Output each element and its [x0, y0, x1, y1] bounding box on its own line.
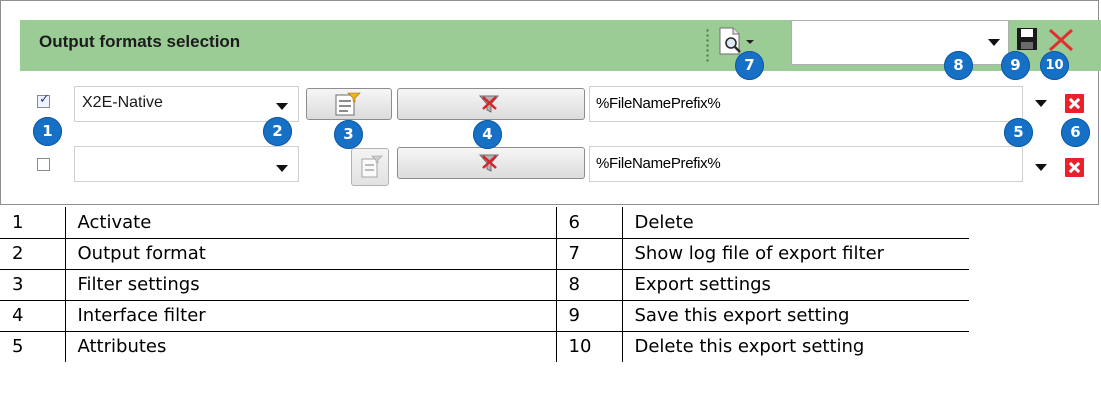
legend-label: Interface filter	[64, 299, 557, 332]
filter-settings-button-2[interactable]	[351, 148, 389, 186]
legend-number: 7	[555, 237, 623, 270]
attributes-dropdown-1[interactable]	[1035, 100, 1047, 107]
output-format-select-1[interactable]: X2E-Native	[74, 86, 299, 122]
attributes-value: %FileNamePrefix%	[596, 155, 721, 172]
filter-settings-icon	[335, 92, 361, 116]
callout-badge-7: 7	[735, 51, 764, 80]
attributes-field-1[interactable]: %FileNamePrefix%	[589, 86, 1023, 122]
legend-number: 9	[555, 299, 623, 332]
callout-badge-9: 9	[1001, 51, 1030, 80]
legend-label: Attributes	[64, 330, 557, 362]
attributes-value: %FileNamePrefix%	[596, 95, 721, 112]
attributes-dropdown-2[interactable]	[1035, 164, 1047, 171]
legend-number: 3	[0, 268, 66, 301]
callout-badge-2: 2	[263, 117, 292, 146]
output-formats-panel: Output formats selection ✓ X2E-Native %F…	[0, 0, 1101, 205]
toolbar-grip	[706, 28, 709, 62]
chevron-down-icon	[276, 103, 288, 110]
legend-number: 2	[0, 237, 66, 270]
table-row: 1 Activate 6 Delete	[0, 207, 969, 239]
activate-checkbox-1[interactable]: ✓	[37, 92, 50, 108]
table-row: 4 Interface filter 9 Save this export se…	[0, 299, 969, 332]
legend-number: 6	[555, 207, 623, 239]
chevron-down-icon	[276, 165, 288, 172]
activate-checkbox-2[interactable]	[37, 158, 50, 171]
legend-table: 1 Activate 6 Delete 2 Output format 7 Sh…	[0, 207, 969, 362]
delete-icon[interactable]	[1065, 94, 1084, 113]
callout-badge-10: 10	[1040, 51, 1069, 80]
filter-settings-button-1[interactable]	[306, 88, 392, 120]
checkmark-icon: ✓	[39, 92, 50, 107]
legend-number: 8	[555, 268, 623, 301]
callout-badge-8: 8	[944, 51, 973, 80]
callout-badge-3: 3	[334, 120, 363, 149]
legend-label: Output format	[64, 237, 557, 270]
legend-label: Show log file of export filter	[621, 237, 969, 270]
legend-label: Filter settings	[64, 268, 557, 301]
export-settings-select[interactable]	[791, 20, 1009, 65]
save-setting-button[interactable]	[1015, 26, 1039, 54]
interface-filter-button-1[interactable]	[397, 88, 585, 120]
interface-filter-icon	[478, 154, 500, 172]
legend-label: Delete this export setting	[621, 330, 969, 362]
table-row: 5 Attributes 10 Delete this export setti…	[0, 330, 969, 362]
legend-number: 5	[0, 330, 66, 362]
interface-filter-icon	[478, 95, 500, 113]
legend-label: Save this export setting	[621, 299, 969, 332]
delete-icon[interactable]	[1065, 158, 1084, 177]
filter-settings-icon	[361, 155, 383, 178]
panel-header: Output formats selection	[20, 20, 1101, 71]
output-format-value: X2E-Native	[82, 94, 163, 111]
output-format-select-2[interactable]	[74, 146, 299, 182]
legend-number: 4	[0, 299, 66, 332]
callout-badge-6: 6	[1061, 118, 1090, 147]
chevron-down-icon	[988, 39, 1000, 46]
legend-number: 10	[555, 330, 623, 362]
legend-label: Activate	[64, 207, 557, 239]
attributes-field-2[interactable]: %FileNamePrefix%	[589, 146, 1023, 182]
legend-label: Export settings	[621, 268, 969, 301]
save-icon	[1017, 28, 1037, 50]
callout-badge-1: 1	[33, 117, 62, 146]
panel-title: Output formats selection	[39, 32, 241, 51]
table-row: 3 Filter settings 8 Export settings	[0, 268, 969, 301]
callout-badge-4: 4	[473, 120, 502, 149]
callout-badge-5: 5	[1004, 118, 1033, 147]
interface-filter-button-2[interactable]	[397, 147, 585, 179]
legend-number: 1	[0, 207, 66, 239]
table-row: 2 Output format 7 Show log file of expor…	[0, 237, 969, 270]
legend-label: Delete	[621, 207, 969, 239]
